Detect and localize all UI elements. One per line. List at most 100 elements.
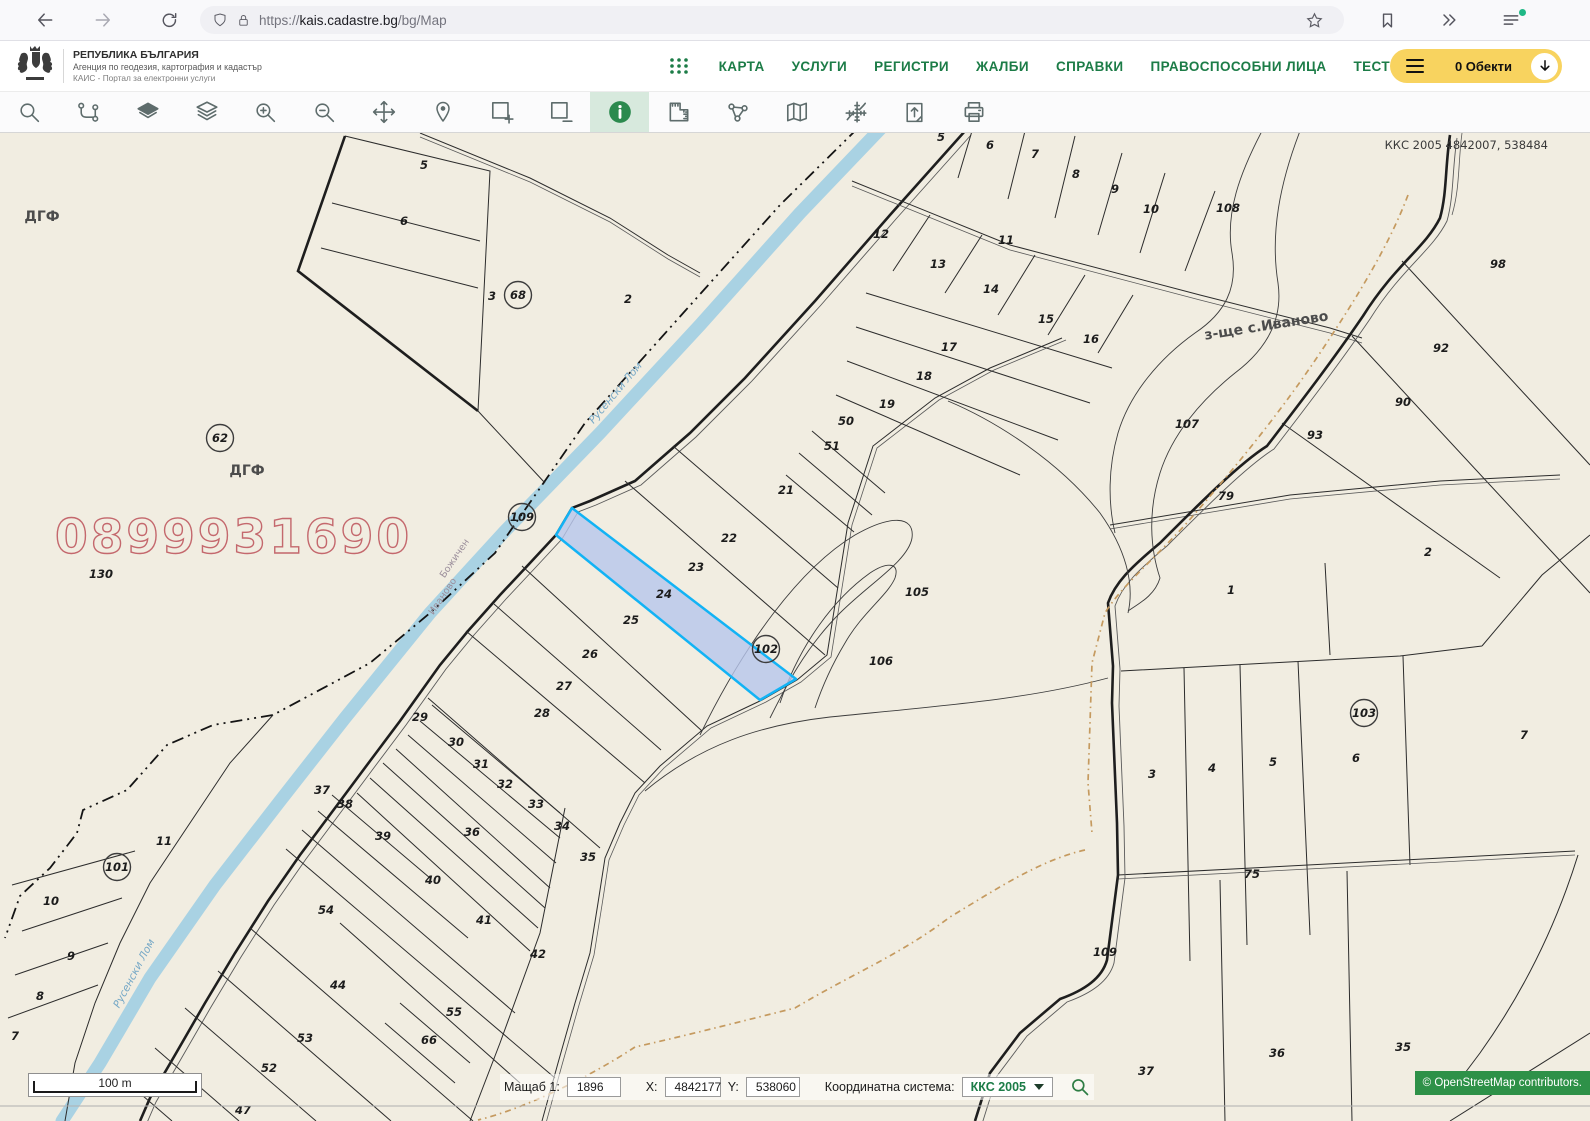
place-label: ДГФ <box>24 209 59 225</box>
browser-forward-button[interactable] <box>86 5 120 35</box>
tool-search[interactable] <box>0 92 59 132</box>
zoom-out-icon <box>312 100 337 125</box>
url-bar[interactable]: https://kais.cadastre.bg/bg/Map <box>200 6 1344 34</box>
zoom-in-icon <box>253 100 278 125</box>
browser-menu-button[interactable] <box>1494 5 1528 35</box>
tool-coordinate-grid[interactable] <box>826 92 885 132</box>
parcel-label: 93 <box>1307 428 1323 442</box>
parcel-label: 2 <box>1424 545 1432 559</box>
parcel-label: 55 <box>446 1005 462 1019</box>
y-label: Y: <box>728 1080 739 1094</box>
tool-layers[interactable] <box>118 92 177 132</box>
nav-pravosposobni-litsa[interactable]: ПРАВОСПОСОБНИ ЛИЦА <box>1151 59 1327 74</box>
download-objects-button[interactable] <box>1531 53 1558 80</box>
parcel-label: 7 <box>11 1029 19 1043</box>
crs-select[interactable]: ККС 2005 <box>962 1077 1053 1097</box>
nav-spravki[interactable]: СПРАВКИ <box>1056 59 1124 74</box>
location-pin-icon <box>431 100 455 124</box>
scale-value[interactable]: 1896 <box>567 1077 621 1097</box>
objects-button[interactable]: 0 Обекти <box>1390 49 1562 83</box>
tool-measure-length[interactable] <box>649 92 708 132</box>
y-coordinate-value[interactable]: 538060 <box>746 1077 800 1097</box>
scale-bar: 100 m <box>28 1073 202 1097</box>
ruler-icon <box>666 99 692 125</box>
nav-test[interactable]: ТЕСТ <box>1353 59 1390 74</box>
osm-attribution[interactable]: © OpenStreetMap contributors. <box>1415 1071 1590 1095</box>
chevrons-right-icon <box>1439 10 1459 30</box>
parcel-label: 41 <box>475 913 492 927</box>
tool-measure-area[interactable] <box>708 92 767 132</box>
select-rect-add-icon <box>489 99 515 125</box>
scale-bar-label: 100 m <box>29 1076 201 1090</box>
tool-pan[interactable] <box>354 92 413 132</box>
tool-map-sheets[interactable] <box>767 92 826 132</box>
parcel-label: 6 <box>400 214 408 228</box>
tool-export[interactable] <box>885 92 944 132</box>
parcel-label: 27 <box>556 679 572 693</box>
x-label: X: <box>646 1080 658 1094</box>
parcel-label: 33 <box>528 797 544 811</box>
parcel-label: 21 <box>778 483 794 497</box>
parcel-label: 36 <box>464 825 480 839</box>
map-canvas[interactable]: 5632130567891012131415161117181910710898… <box>0 133 1590 1121</box>
parcel-label: 11 <box>998 233 1014 247</box>
search-icon <box>17 100 42 125</box>
apps-grid-icon[interactable] <box>668 56 690 76</box>
polygon-nodes-icon <box>725 99 751 125</box>
parcel-label: 12 <box>873 227 889 241</box>
printer-icon <box>961 99 987 125</box>
parcel-label: 4 <box>1207 761 1216 775</box>
parcel-label: 7 <box>1520 728 1528 742</box>
browser-back-button[interactable] <box>28 5 62 35</box>
nav-registri[interactable]: РЕГИСТРИ <box>874 59 949 74</box>
back-arrow-icon <box>35 10 55 30</box>
nav-uslugi[interactable]: УСЛУГИ <box>792 59 847 74</box>
tool-zoom-in[interactable] <box>236 92 295 132</box>
map-statusbar: Мащаб 1: 1896 X: 4842177 Y: 538060 Коорд… <box>500 1074 1094 1100</box>
parcel-label: 10 <box>43 894 59 908</box>
parcel-label: 32 <box>497 777 513 791</box>
tool-select-remove[interactable] <box>531 92 590 132</box>
objects-count-label: 0 Обекти <box>1436 59 1531 74</box>
tool-route[interactable] <box>59 92 118 132</box>
parcel-label: 19 <box>879 397 895 411</box>
parcel-label: 29 <box>412 710 428 724</box>
forward-arrow-icon <box>93 10 113 30</box>
parcel-label: 26 <box>582 647 598 661</box>
parcel-label: 15 <box>1038 312 1054 326</box>
parcel-label: 17 <box>941 340 957 354</box>
parcel-label: 108 <box>1216 201 1240 215</box>
nav-karta[interactable]: КАРТА <box>719 59 765 74</box>
parcel-label: 130 <box>89 567 113 581</box>
coordinate-search-button[interactable] <box>1070 1077 1090 1097</box>
bookmark-star-icon[interactable] <box>1305 11 1324 30</box>
info-icon <box>607 99 633 125</box>
parcel-label: 25 <box>623 613 639 627</box>
tool-zoom-out[interactable] <box>295 92 354 132</box>
main-nav: КАРТА УСЛУГИ РЕГИСТРИ ЖАЛБИ СПРАВКИ ПРАВ… <box>668 41 1390 91</box>
tool-locate[interactable] <box>413 92 472 132</box>
phone-watermark: 0899931690 <box>55 510 412 565</box>
tool-layers-outline[interactable] <box>177 92 236 132</box>
toolbar-overflow-button[interactable] <box>1432 5 1466 35</box>
parcel-label: 1 <box>1227 583 1235 597</box>
parcel-label: 92 <box>1433 341 1449 355</box>
parcel-label: 51 <box>824 439 840 453</box>
x-coordinate-value[interactable]: 4842177 <box>665 1077 721 1097</box>
parcel-label: 5 <box>937 133 945 144</box>
parcel-label: 28 <box>534 706 550 720</box>
tool-info[interactable] <box>590 92 649 132</box>
save-page-button[interactable] <box>1370 5 1404 35</box>
tool-select-add[interactable] <box>472 92 531 132</box>
parcel-label: 16 <box>1083 332 1099 346</box>
parcel-label: 31 <box>473 757 489 771</box>
parcel-label: 2 <box>624 292 632 306</box>
parcel-label: 6 <box>1352 751 1360 765</box>
tool-print[interactable] <box>944 92 1003 132</box>
brand-text: РЕПУБЛИКА БЪЛГАРИЯ Агенция по геодезия, … <box>63 49 262 83</box>
browser-reload-button[interactable] <box>152 5 186 35</box>
parcel-label: 35 <box>580 850 596 864</box>
parcel-label: 42 <box>529 947 546 961</box>
nav-zhalbi[interactable]: ЖАЛБИ <box>976 59 1029 74</box>
parcel-label: 13 <box>930 257 946 271</box>
